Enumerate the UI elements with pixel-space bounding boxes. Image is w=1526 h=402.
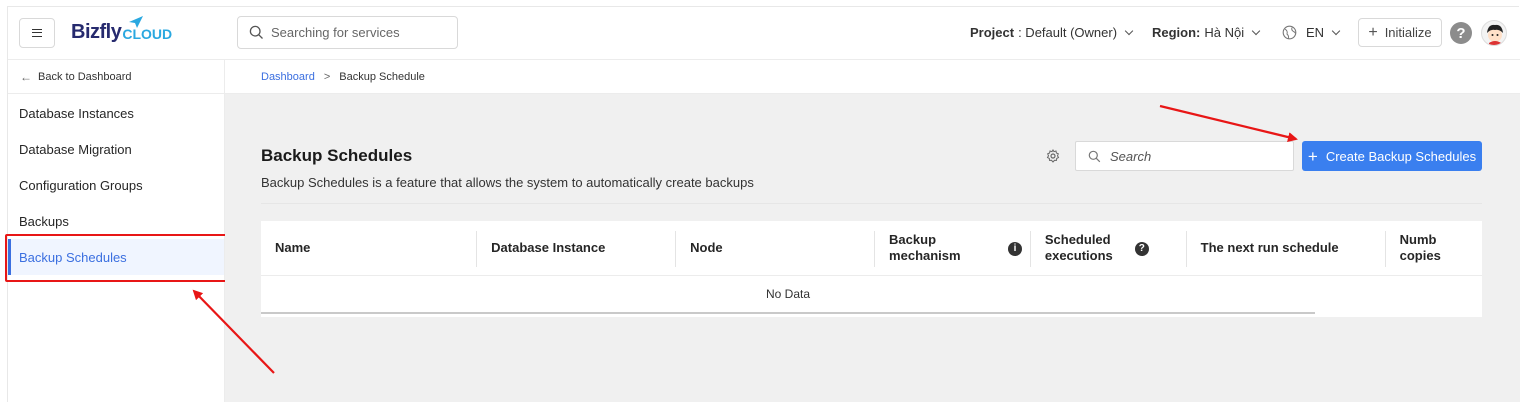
breadcrumb: Dashboard > Backup Schedule	[225, 60, 1520, 94]
sidebar-item-label: Configuration Groups	[19, 177, 143, 193]
breadcrumb-separator: >	[323, 70, 331, 83]
create-backup-schedules-button[interactable]: + Create Backup Schedules	[1302, 141, 1482, 171]
avatar[interactable]	[1481, 20, 1507, 46]
bizfly-logo[interactable]: Bizfly CLOUD	[71, 16, 172, 44]
region-label: Region:	[1152, 25, 1201, 40]
page-description: Backup Schedules is a feature that allow…	[261, 175, 754, 190]
service-search-input[interactable]: Searching for services	[237, 16, 458, 49]
region-selector[interactable]: Region: Hà Nội	[1152, 25, 1261, 40]
sidebar-item-database-migration[interactable]: Database Migration	[8, 131, 224, 167]
language-value: EN	[1306, 25, 1325, 40]
initialize-label: Initialize	[1384, 25, 1432, 40]
column-label: Scheduled	[1044, 232, 1111, 247]
column-label: mechanism	[889, 248, 961, 263]
column-label: Backup	[889, 232, 937, 247]
region-value: Hà Nội	[1204, 25, 1245, 40]
chevron-down-icon	[1124, 26, 1134, 35]
column-number-copies[interactable]: Numb copies	[1386, 221, 1482, 275]
empty-state: No Data	[261, 276, 1315, 314]
gear-icon[interactable]	[1046, 149, 1060, 163]
paper-plane-icon	[129, 16, 143, 28]
header-divider	[261, 203, 1482, 204]
table-header: Name Database Instance Node Backup mechan…	[261, 221, 1482, 276]
backup-schedules-table: Name Database Instance Node Backup mechan…	[261, 221, 1482, 317]
column-name[interactable]: Name	[261, 221, 478, 275]
breadcrumb-current: Backup Schedule	[339, 70, 425, 83]
plus-icon: +	[1307, 146, 1318, 166]
breadcrumb-dashboard-link[interactable]: Dashboard	[261, 71, 315, 83]
column-label: copies	[1399, 248, 1441, 263]
back-to-dashboard-label: Back to Dashboard	[38, 70, 132, 83]
column-backup-mechanism[interactable]: Backup mechanism i	[875, 221, 1031, 275]
column-label: executions	[1044, 248, 1113, 263]
logo-main-text: Bizfly	[71, 21, 122, 43]
search-icon	[249, 25, 263, 39]
question-icon[interactable]: ?	[1134, 242, 1149, 256]
column-label: Node	[690, 240, 723, 255]
plus-icon: +	[1368, 23, 1378, 41]
page-title: Backup Schedules	[261, 146, 413, 165]
user-avatar-icon	[1487, 24, 1503, 45]
column-label: Database Instance	[491, 240, 606, 255]
column-next-run-schedule[interactable]: The next run schedule	[1187, 221, 1386, 275]
chevron-down-icon	[1331, 26, 1341, 35]
service-search-placeholder: Searching for services	[271, 25, 400, 40]
sidebar-item-database-instances[interactable]: Database Instances	[8, 95, 224, 131]
arrow-left-icon: ←	[20, 69, 32, 84]
sidebar: ← Back to Dashboard Database Instances D…	[5, 60, 228, 402]
hamburger-menu-button[interactable]	[19, 18, 55, 48]
globe-icon	[1282, 25, 1297, 40]
project-value: : Default (Owner)	[1018, 25, 1118, 40]
back-to-dashboard-link[interactable]: ← Back to Dashboard	[8, 60, 224, 94]
project-label: Project	[970, 25, 1015, 40]
create-button-label: Create Backup Schedules	[1325, 148, 1477, 164]
column-label: The next run schedule	[1200, 240, 1339, 255]
top-bar: Bizfly CLOUD Searching for services Proj…	[8, 7, 1520, 60]
search-icon	[1088, 150, 1101, 162]
help-icon[interactable]: ?	[1450, 22, 1472, 44]
sidebar-item-label: Database Instances	[19, 105, 134, 121]
column-label: Name	[275, 240, 311, 255]
schedule-search-placeholder: Search	[1110, 148, 1152, 164]
schedule-search-input[interactable]: Search	[1075, 141, 1294, 171]
project-selector[interactable]: Project : Default (Owner)	[970, 25, 1134, 40]
annotation-highlight-box	[5, 234, 228, 282]
initialize-button[interactable]: + Initialize	[1358, 18, 1442, 47]
app-window: Bizfly CLOUD Searching for services Proj…	[5, 6, 1520, 402]
hamburger-icon	[32, 29, 42, 37]
sidebar-item-configuration-groups[interactable]: Configuration Groups	[8, 167, 224, 203]
sidebar-item-label: Database Migration	[19, 141, 132, 157]
language-selector[interactable]: EN	[1282, 25, 1341, 40]
column-scheduled-executions[interactable]: Scheduled executions ?	[1031, 221, 1187, 275]
info-icon[interactable]: i	[1008, 242, 1023, 256]
column-node[interactable]: Node	[676, 221, 875, 275]
column-label: Numb	[1399, 232, 1437, 247]
main-content: Backup Schedules Backup Schedules is a f…	[225, 94, 1520, 402]
sidebar-item-label: Backups	[19, 213, 69, 229]
column-database-instance[interactable]: Database Instance	[477, 221, 677, 275]
chevron-down-icon	[1251, 26, 1261, 35]
